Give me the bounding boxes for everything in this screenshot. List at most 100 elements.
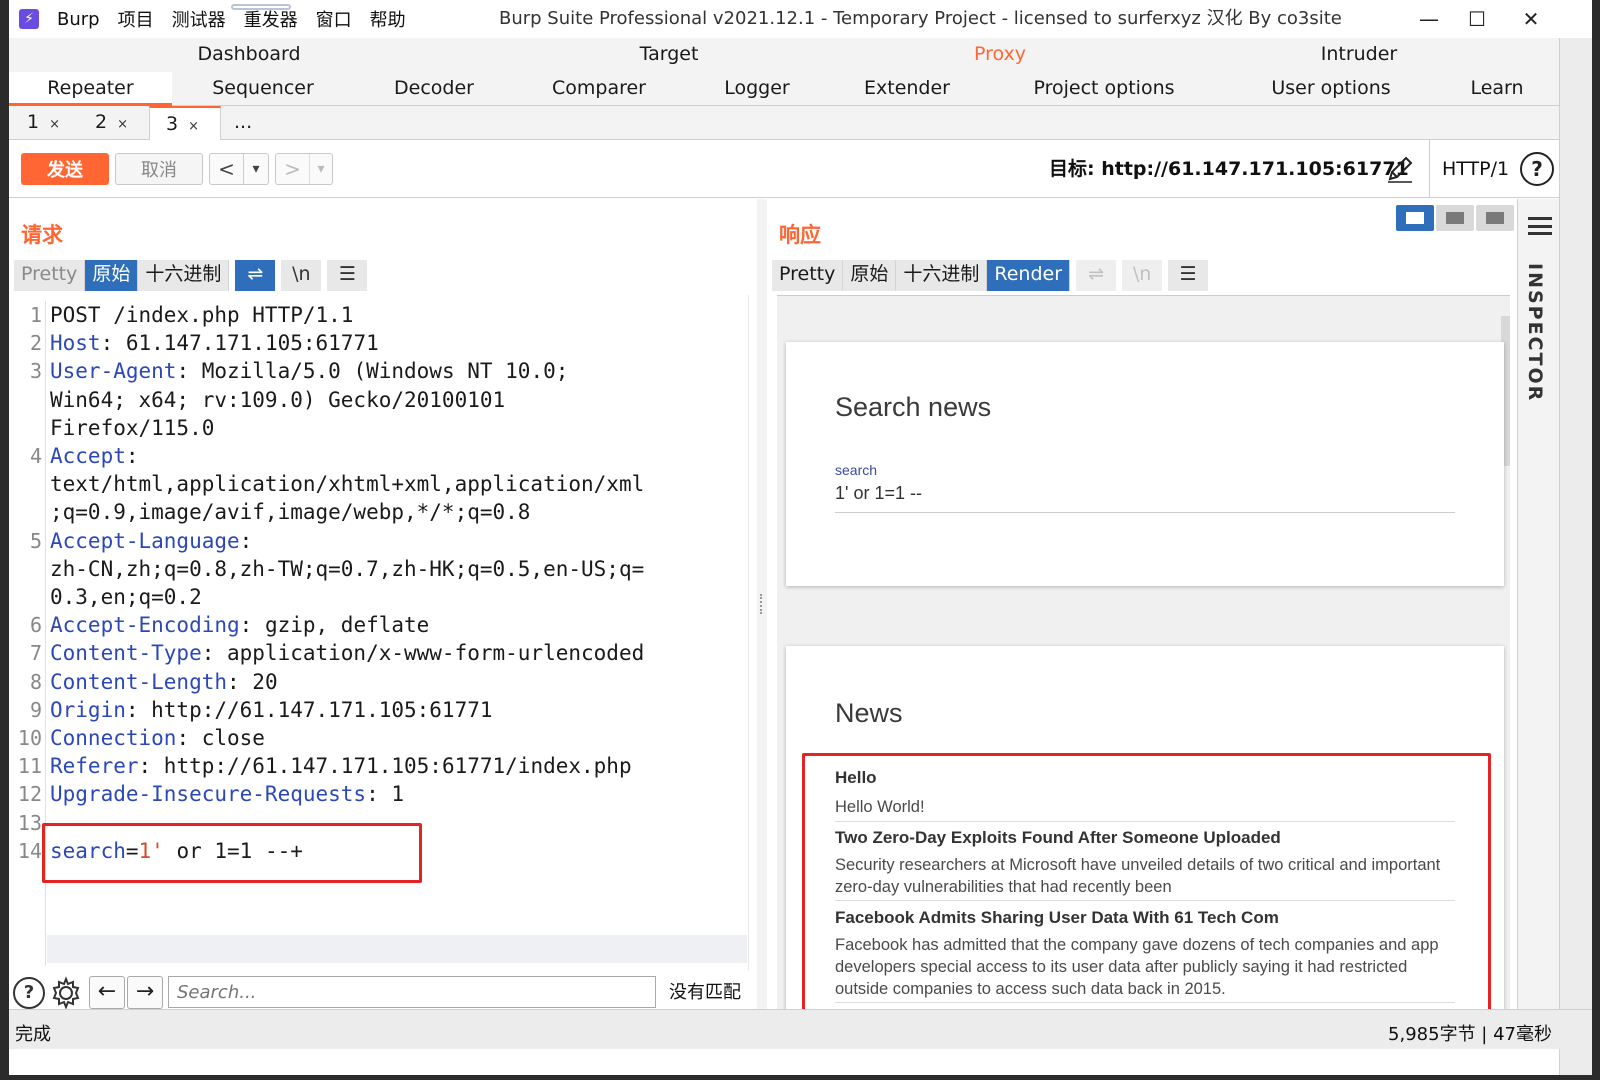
close-icon[interactable]: × — [49, 117, 60, 132]
tab-project-options[interactable]: Project options — [1019, 72, 1189, 106]
code-line: 0.3,en;q=0.2 — [50, 585, 202, 609]
cancel-button[interactable]: 取消 — [115, 153, 203, 185]
menu-intruder[interactable]: 测试器 — [172, 6, 226, 32]
show-newlines-icon[interactable]: \n — [281, 260, 322, 291]
minimize-button[interactable]: — — [1409, 0, 1449, 38]
forward-button[interactable]: > — [276, 154, 310, 184]
tab-extender[interactable]: Extender — [852, 72, 962, 106]
help-icon[interactable]: ? — [1520, 152, 1554, 186]
header-name: User-Agent — [50, 359, 177, 384]
split-horizontal-icon[interactable] — [1396, 205, 1434, 231]
hamburger-icon[interactable] — [1528, 217, 1552, 235]
request-title: 请求 — [21, 223, 63, 247]
tab-proxy[interactable]: Proxy — [954, 38, 1046, 72]
code-line: Host: 61.147.171.105:61771 — [50, 329, 379, 357]
previous-match-button[interactable]: ← — [89, 976, 125, 1009]
subtab-2[interactable]: 2 × — [95, 106, 147, 140]
wrap-lines-icon[interactable]: ⇌ — [235, 260, 276, 291]
drag-handle[interactable] — [231, 4, 291, 10]
back-dropdown-icon[interactable]: ▾ — [244, 154, 268, 184]
request-view-tabs: Pretty 原始 十六进制 ⇌ \n ☰ — [14, 260, 368, 291]
response-title: 响应 — [779, 223, 821, 247]
tab-sequencer[interactable]: Sequencer — [204, 72, 322, 106]
burp-logo-icon: ⚡ — [19, 9, 39, 29]
code-line: Firefox/115.0 — [50, 415, 215, 440]
menu-burp[interactable]: Burp — [57, 9, 100, 30]
header-value: : 61.147.171.105:61771 — [100, 331, 379, 356]
search-field-label: search — [835, 462, 878, 478]
maximize-button[interactable]: ☐ — [1457, 0, 1497, 38]
header-value: : http://61.147.171.105:61771 — [125, 697, 493, 722]
code-line: Content-Length: 20 — [50, 668, 278, 696]
tab-hex[interactable]: 十六进制 — [896, 260, 988, 291]
tab-raw[interactable]: 原始 — [85, 260, 139, 291]
header-name: Referer — [50, 754, 139, 779]
tab-pretty[interactable]: Pretty — [772, 260, 844, 291]
gear-icon[interactable] — [49, 976, 83, 1010]
line-number: 9 — [29, 697, 42, 722]
pencil-icon[interactable] — [1384, 153, 1416, 185]
repeater-subtabs: 1 × 2 × 3 × ... — [9, 106, 1559, 140]
title-bar: ⚡ Burp 项目 测试器 重发器 窗口 帮助 Burp Suite Profe… — [9, 0, 1592, 38]
header-name: Host — [50, 331, 101, 356]
header-name: Origin — [50, 697, 126, 722]
tab-comparer[interactable]: Comparer — [539, 72, 659, 106]
line-number: 12 — [17, 782, 42, 807]
menu-icon[interactable]: ☰ — [1168, 260, 1209, 291]
code-line: User-Agent: Mozilla/5.0 (Windows NT 10.0… — [50, 357, 568, 385]
header-name: Accept-Language — [50, 528, 240, 553]
close-button[interactable]: ✕ — [1511, 0, 1551, 38]
tab-dashboard[interactable]: Dashboard — [189, 38, 309, 72]
tab-hex[interactable]: 十六进制 — [138, 260, 230, 291]
request-pane: 请求 Pretty 原始 十六进制 ⇌ \n ☰ 1 2 3 4 5 6 7 8 9 10 11 12… — [9, 199, 757, 1010]
pane-splitter[interactable] — [757, 199, 767, 1009]
search-field[interactable]: 1' or 1=1 -- — [835, 483, 1455, 513]
show-newlines-icon[interactable]: \n — [1122, 260, 1163, 291]
tab-learn[interactable]: Learn — [1457, 72, 1537, 106]
status-text: 完成 — [15, 1024, 51, 1045]
splitter-grip — [760, 594, 764, 614]
tab-repeater[interactable]: Repeater — [9, 72, 172, 106]
forward-dropdown-icon[interactable]: ▾ — [310, 154, 332, 184]
back-button[interactable]: < — [210, 154, 244, 184]
inspector-label[interactable]: INSPECTOR — [1524, 263, 1546, 402]
help-icon[interactable]: ? — [13, 977, 45, 1009]
header-value: : close — [176, 726, 265, 750]
back-history-group: < ▾ — [209, 153, 269, 185]
send-button[interactable]: 发送 — [21, 153, 109, 185]
search-input[interactable] — [168, 976, 656, 1008]
subtab-more[interactable]: ... — [234, 106, 274, 140]
code-line: ;q=0.9,image/avif,image/webp,*/*;q=0.8 — [50, 500, 531, 525]
menu-icon[interactable]: ☰ — [327, 260, 368, 291]
header-name: Content-Type — [50, 641, 202, 666]
tab-decoder[interactable]: Decoder — [381, 72, 487, 106]
header-value: : — [239, 528, 253, 553]
line-number: 3 — [29, 359, 42, 384]
inspector-sidebar[interactable]: INSPECTOR — [1517, 199, 1559, 1009]
menu-project[interactable]: 项目 — [118, 6, 154, 32]
tab-intruder[interactable]: Intruder — [1307, 38, 1411, 72]
request-search-bar: ? ← → 没有匹配 — [9, 974, 757, 1010]
repeater-toolbar: 发送 取消 < ▾ > ▾ 目标: http://61.147.171.105:… — [9, 140, 1559, 198]
header-name: Accept-Encoding — [50, 613, 240, 638]
next-match-button[interactable]: → — [127, 976, 163, 1009]
tab-target[interactable]: Target — [619, 38, 719, 72]
close-icon[interactable]: × — [188, 119, 199, 134]
menu-window[interactable]: 窗口 — [316, 6, 352, 32]
code-line: Accept-Language: — [50, 527, 252, 555]
close-icon[interactable]: × — [117, 117, 128, 132]
split-vertical-icon[interactable] — [1436, 205, 1474, 231]
tab-pretty[interactable]: Pretty — [14, 260, 86, 291]
menu-help[interactable]: 帮助 — [370, 6, 406, 32]
response-view-tabs: Pretty 原始 十六进制 Render ⇌ \n ☰ — [772, 260, 1209, 291]
http-version-toggle[interactable]: HTTP/1 — [1429, 140, 1509, 198]
tab-raw[interactable]: 原始 — [843, 260, 897, 291]
subtab-3[interactable]: 3 × — [149, 106, 221, 140]
subtab-1[interactable]: 1 × — [27, 106, 77, 140]
wrap-lines-icon[interactable]: ⇌ — [1076, 260, 1117, 291]
tab-render[interactable]: Render — [987, 260, 1071, 291]
header-value: : application/x-www-form-urlencoded — [201, 641, 645, 666]
tab-logger[interactable]: Logger — [712, 72, 802, 106]
tab-user-options[interactable]: User options — [1257, 72, 1405, 106]
tabbed-layout-icon[interactable] — [1476, 205, 1514, 231]
